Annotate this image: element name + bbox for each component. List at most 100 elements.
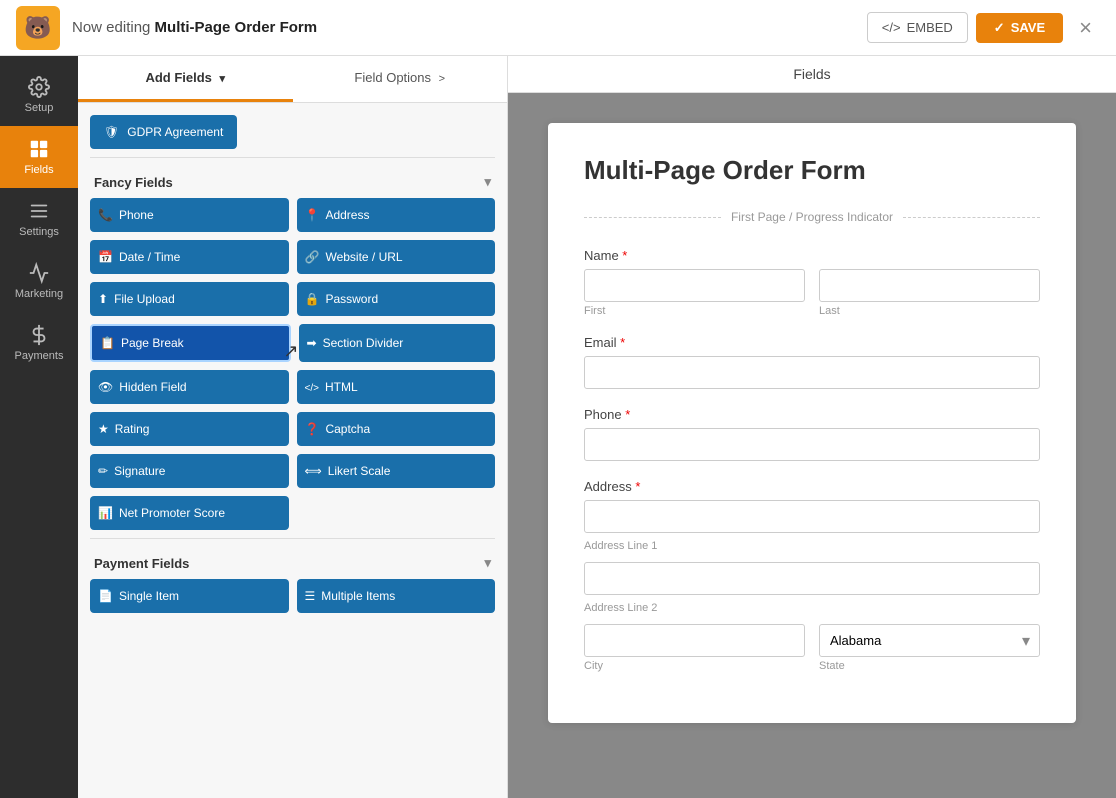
sidebar-marketing-label: Marketing <box>15 288 63 300</box>
section-divider-line <box>90 157 495 158</box>
phone-required-indicator: * <box>622 407 631 422</box>
main-layout: Setup Fields Settings Marketing Payments… <box>0 56 1116 798</box>
payment-field-row-1: Single Item Multiple Items <box>90 579 495 613</box>
html-icon <box>305 380 319 394</box>
add-fields-arrow-icon: ▾ <box>220 73 226 85</box>
fancy-fields-chevron-icon: ▾ <box>484 174 491 190</box>
state-col: Alabama State <box>819 624 1040 672</box>
page-indicator-right-line <box>903 217 1040 218</box>
city-input[interactable] <box>584 624 805 657</box>
page-break-field-button[interactable]: Page Break ↗ <box>90 324 291 362</box>
file-upload-field-button[interactable]: File Upload <box>90 282 289 316</box>
name-first-col: First <box>584 269 805 317</box>
embed-button[interactable]: </> EMBED <box>867 12 968 43</box>
address-line1-input[interactable] <box>584 500 1040 533</box>
likert-scale-field-button[interactable]: Likert Scale <box>297 454 496 488</box>
field-row-7: Signature Likert Scale <box>90 454 495 488</box>
middle-panel: Add Fields ▾ Field Options > GDPR Agreem… <box>78 56 508 798</box>
gdpr-agreement-button[interactable]: GDPR Agreement <box>90 115 237 149</box>
address-icon <box>305 208 320 222</box>
rating-field-button[interactable]: Rating <box>90 412 289 446</box>
tab-field-options[interactable]: Field Options > <box>293 56 508 102</box>
city-col: City <box>584 624 805 672</box>
website-field-button[interactable]: Website / URL <box>297 240 496 274</box>
sidebar-item-fields[interactable]: Fields <box>0 126 78 188</box>
name-last-col: Last <box>819 269 1040 317</box>
pagebreak-icon <box>100 336 115 350</box>
form-preview-wrap[interactable]: Multi-Page Order Form First Page / Progr… <box>508 93 1116 798</box>
name-row: First Last <box>584 269 1040 317</box>
section-divider-field-button[interactable]: Section Divider <box>299 324 496 362</box>
form-card: Multi-Page Order Form First Page / Progr… <box>548 123 1076 723</box>
captcha-icon <box>305 422 320 436</box>
address-label: Address * <box>584 479 1040 494</box>
field-row-1: Phone Address <box>90 198 495 232</box>
tab-bar: Add Fields ▾ Field Options > <box>78 56 507 103</box>
email-field: Email * <box>584 335 1040 389</box>
tab-add-fields[interactable]: Add Fields ▾ <box>78 56 293 102</box>
header-title: Now editing Multi-Page Order Form <box>72 19 317 36</box>
form-preview-title: Multi-Page Order Form <box>584 155 1040 186</box>
field-options-arrow-icon: > <box>439 73 445 85</box>
captcha-field-button[interactable]: Captcha <box>297 412 496 446</box>
city-sublabel: City <box>584 660 805 672</box>
name-last-input[interactable] <box>819 269 1040 302</box>
app-logo: 🐻 <box>16 6 60 50</box>
save-button[interactable]: ✓ SAVE <box>976 13 1063 43</box>
fields-scroll-area[interactable]: GDPR Agreement Fancy Fields ▾ Phone Addr… <box>78 103 507 798</box>
page-indicator-left-line <box>584 217 721 218</box>
state-select[interactable]: Alabama <box>819 624 1040 657</box>
sidebar-item-payments[interactable]: Payments <box>0 312 78 374</box>
sidebar-fields-label: Fields <box>24 164 53 176</box>
payment-fields-section-heading[interactable]: Payment Fields ▾ <box>90 545 495 579</box>
html-field-button[interactable]: HTML <box>297 370 496 404</box>
nps-field-button[interactable]: Net Promoter Score <box>90 496 289 530</box>
cursor-indicator: ↗ <box>283 341 298 362</box>
email-required-indicator: * <box>617 335 626 350</box>
sidebar-item-settings[interactable]: Settings <box>0 188 78 250</box>
close-button[interactable]: × <box>1071 11 1100 45</box>
phone-icon <box>98 208 113 222</box>
multiple-items-icon <box>305 589 316 603</box>
field-row-3: File Upload Password <box>90 282 495 316</box>
fields-label-bar: Fields <box>508 56 1116 93</box>
email-input[interactable] <box>584 356 1040 389</box>
website-icon <box>305 250 320 264</box>
address-line2-input[interactable] <box>584 562 1040 595</box>
rating-icon <box>98 422 109 436</box>
name-first-sublabel: First <box>584 305 805 317</box>
address-field-button[interactable]: Address <box>297 198 496 232</box>
address-city-state-row: City Alabama State <box>584 624 1040 672</box>
datetime-field-button[interactable]: Date / Time <box>90 240 289 274</box>
nps-icon <box>98 506 113 520</box>
datetime-icon <box>98 250 113 264</box>
top-header: 🐻 Now editing Multi-Page Order Form </> … <box>0 0 1116 56</box>
single-item-field-button[interactable]: Single Item <box>90 579 289 613</box>
field-row-2: Date / Time Website / URL <box>90 240 495 274</box>
name-first-input[interactable] <box>584 269 805 302</box>
field-row-5: Hidden Field HTML <box>90 370 495 404</box>
phone-field-button[interactable]: Phone <box>90 198 289 232</box>
page-indicator-text: First Page / Progress Indicator <box>731 210 893 224</box>
sidebar-item-setup[interactable]: Setup <box>0 64 78 126</box>
divider-icon <box>307 336 317 350</box>
sidebar-item-marketing[interactable]: Marketing <box>0 250 78 312</box>
hidden-field-button[interactable]: Hidden Field <box>90 370 289 404</box>
phone-input[interactable] <box>584 428 1040 461</box>
sidebar-setup-label: Setup <box>25 102 54 114</box>
fancy-fields-section-heading[interactable]: Fancy Fields ▾ <box>90 164 495 198</box>
check-icon: ✓ <box>994 20 1005 36</box>
page-indicator: First Page / Progress Indicator <box>584 210 1040 224</box>
field-row-6: Rating Captcha <box>90 412 495 446</box>
left-sidebar: Setup Fields Settings Marketing Payments <box>0 56 78 798</box>
multiple-items-field-button[interactable]: Multiple Items <box>297 579 496 613</box>
signature-field-button[interactable]: Signature <box>90 454 289 488</box>
phone-label: Phone * <box>584 407 1040 422</box>
password-field-button[interactable]: Password <box>297 282 496 316</box>
right-content: Fields Multi-Page Order Form First Page … <box>508 56 1116 798</box>
address-required-indicator: * <box>632 479 641 494</box>
field-row-8: Net Promoter Score <box>90 496 495 530</box>
header-right: </> EMBED ✓ SAVE × <box>867 11 1100 45</box>
upload-icon <box>98 292 108 306</box>
password-icon <box>305 292 320 306</box>
